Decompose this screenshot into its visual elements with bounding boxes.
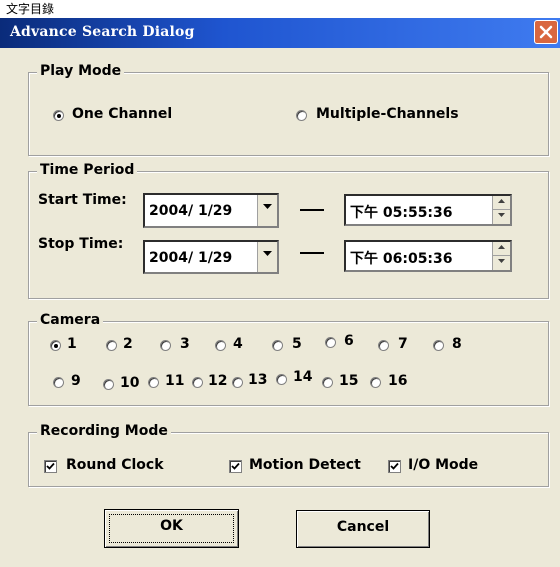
window-title: Advance Search Dialog (10, 24, 195, 40)
camera-13-label[interactable]: 13 (248, 372, 267, 388)
start-time-value: 下午 05:55:36 (350, 205, 453, 221)
arrow-up-icon (498, 199, 505, 203)
close-icon (539, 25, 553, 39)
camera-12-label[interactable]: 12 (208, 373, 227, 389)
label-multiple-channels[interactable]: Multiple-Channels (316, 106, 459, 122)
camera-11-radio[interactable] (148, 377, 159, 388)
camera-4-radio[interactable] (215, 340, 226, 351)
camera-16-label[interactable]: 16 (388, 373, 407, 389)
stop-date-dropdown-button[interactable] (257, 242, 277, 272)
ok-button-label: OK (160, 518, 183, 534)
camera-8-radio[interactable] (433, 340, 444, 351)
camera-3-radio[interactable] (160, 340, 171, 351)
background-text-fragment: 文字目錄 (6, 2, 55, 16)
camera-7-radio[interactable] (378, 340, 389, 351)
cancel-button[interactable]: Cancel (296, 510, 430, 548)
time-period-title: Time Period (37, 162, 138, 178)
camera-6-radio[interactable] (325, 337, 336, 348)
start-time-field[interactable]: 下午 05:55:36 (344, 194, 512, 226)
arrow-down-icon (498, 259, 505, 263)
camera-7-label[interactable]: 7 (398, 336, 408, 352)
range-separator (300, 252, 324, 254)
chevron-down-icon (263, 251, 272, 256)
radio-multiple-channels[interactable] (296, 110, 307, 121)
title-bar[interactable]: Advance Search Dialog (0, 18, 560, 48)
camera-9-label[interactable]: 9 (71, 373, 81, 389)
stop-time-spin-up[interactable] (493, 242, 510, 256)
camera-1-radio[interactable] (50, 340, 61, 351)
camera-14-label[interactable]: 14 (293, 369, 312, 385)
camera-10-label[interactable]: 10 (120, 375, 139, 391)
start-time-spinner[interactable] (492, 196, 510, 224)
recording-mode-title: Recording Mode (37, 423, 171, 439)
camera-group: Camera (28, 312, 549, 406)
advance-search-dialog: 文字目錄 Advance Search Dialog Play Mode One… (0, 0, 560, 567)
play-mode-title: Play Mode (37, 63, 125, 79)
camera-16-radio[interactable] (370, 377, 381, 388)
start-date-picker[interactable]: 2004/ 1/29 (143, 193, 279, 228)
camera-1-label[interactable]: 1 (67, 336, 77, 352)
camera-6-label[interactable]: 6 (344, 333, 354, 349)
stop-time-label: Stop Time: (38, 236, 124, 252)
camera-2-radio[interactable] (106, 340, 117, 351)
motion-detect-checkbox[interactable] (229, 460, 242, 473)
background-window-strip: 文字目錄 (0, 0, 560, 18)
io-mode-label[interactable]: I/O Mode (408, 457, 478, 473)
camera-14-radio[interactable] (276, 374, 287, 385)
label-one-channel[interactable]: One Channel (72, 106, 172, 122)
time-period-group: Time Period (28, 162, 549, 299)
stop-time-spinner[interactable] (492, 242, 510, 270)
chevron-down-icon (263, 204, 272, 209)
range-separator (300, 209, 324, 211)
stop-time-field[interactable]: 下午 06:05:36 (344, 240, 512, 272)
start-time-label: Start Time: (38, 192, 127, 208)
camera-5-label[interactable]: 5 (292, 336, 302, 352)
camera-8-label[interactable]: 8 (452, 336, 462, 352)
camera-10-radio[interactable] (103, 379, 114, 390)
camera-9-radio[interactable] (53, 377, 64, 388)
motion-detect-label[interactable]: Motion Detect (249, 457, 361, 473)
round-clock-checkbox[interactable] (44, 460, 57, 473)
checkmark-icon (231, 462, 240, 470)
camera-4-label[interactable]: 4 (233, 336, 243, 352)
camera-11-label[interactable]: 11 (165, 373, 184, 389)
io-mode-checkbox[interactable] (388, 460, 401, 473)
camera-15-label[interactable]: 15 (339, 373, 358, 389)
start-date-dropdown-button[interactable] (257, 195, 277, 226)
checkmark-icon (46, 462, 55, 470)
start-time-spin-up[interactable] (493, 196, 510, 210)
cancel-button-label: Cancel (336, 519, 390, 535)
radio-one-channel[interactable] (53, 110, 64, 121)
close-button[interactable] (534, 20, 558, 44)
arrow-up-icon (498, 245, 505, 249)
camera-5-radio[interactable] (272, 340, 283, 351)
camera-3-label[interactable]: 3 (180, 336, 190, 352)
camera-12-radio[interactable] (192, 377, 203, 388)
camera-title: Camera (37, 312, 104, 328)
round-clock-label[interactable]: Round Clock (66, 457, 164, 473)
ok-button[interactable]: OK (104, 509, 239, 548)
stop-time-spin-down[interactable] (493, 256, 510, 270)
start-date-value: 2004/ 1/29 (149, 203, 233, 219)
camera-13-radio[interactable] (232, 377, 243, 388)
stop-date-picker[interactable]: 2004/ 1/29 (143, 240, 279, 274)
stop-date-value: 2004/ 1/29 (149, 250, 233, 266)
stop-time-value: 下午 06:05:36 (350, 251, 453, 267)
camera-2-label[interactable]: 2 (123, 336, 133, 352)
checkmark-icon (390, 462, 399, 470)
camera-15-radio[interactable] (322, 377, 333, 388)
start-time-spin-down[interactable] (493, 210, 510, 224)
arrow-down-icon (498, 213, 505, 217)
